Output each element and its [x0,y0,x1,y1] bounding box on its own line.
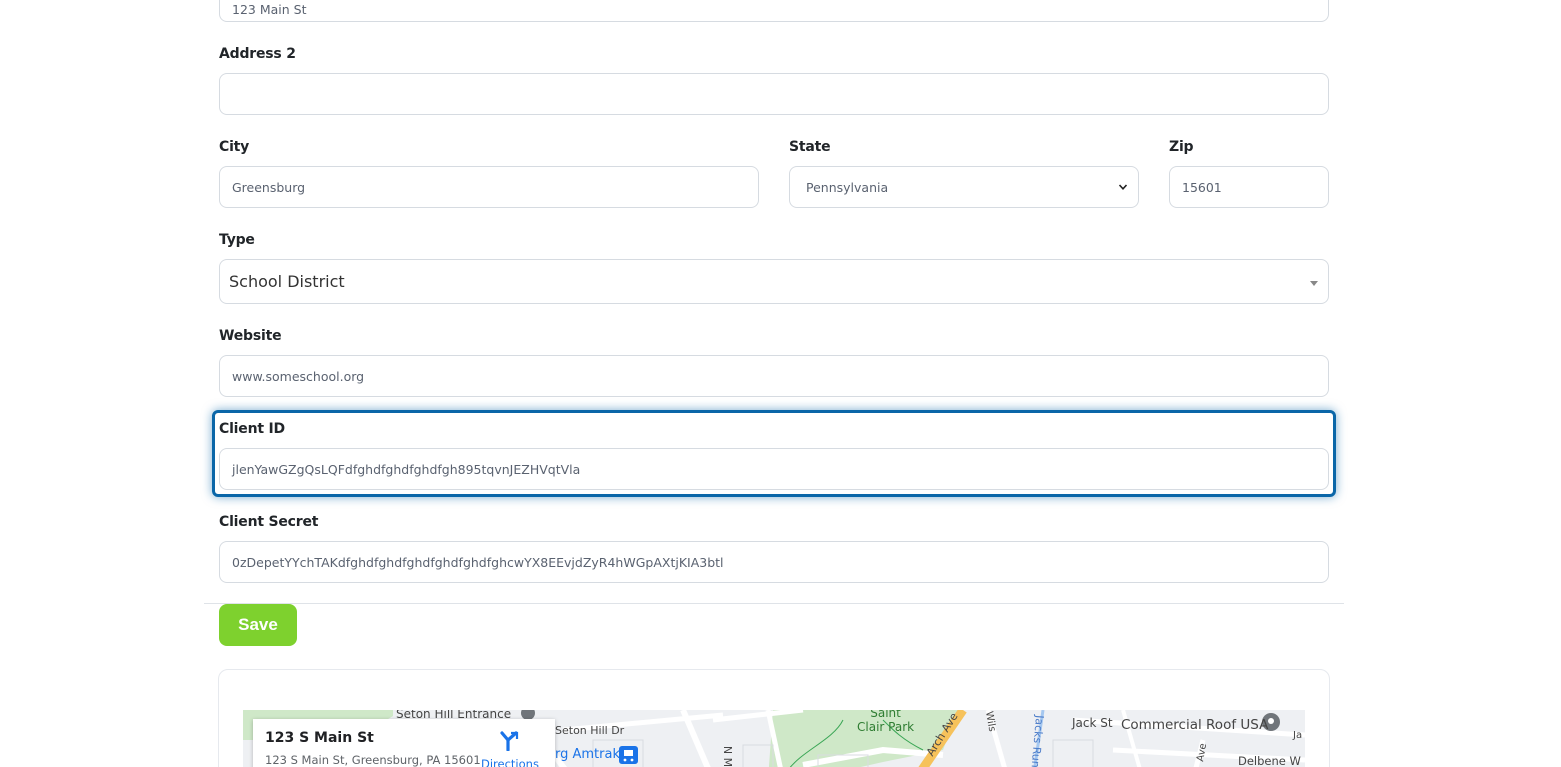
map-label-amtrak: rg Amtrak [555,747,620,762]
state-select[interactable]: Pennsylvania [789,166,1139,208]
address2-input[interactable] [219,73,1329,115]
map-label-commercial-roof: Commercial Roof USA [1121,717,1269,733]
map-label-saint-clair-park: Saint Clair Park [857,710,915,734]
state-value: Pennsylvania [806,179,889,195]
map-place-card: 123 S Main St 123 S Main St, Greensburg,… [253,719,555,767]
client-id-value: jlenYawGZgQsLQFdfghdfghdfghdfgh895tqvnJE… [232,461,581,477]
client-secret-input[interactable]: 0zDepetYYchTAKdfghdfghdfghdfghdfghdfghcw… [219,541,1329,583]
type-select[interactable]: School District [219,259,1329,304]
city-input[interactable]: Greensburg [219,166,759,208]
directions-icon [500,731,519,752]
client-id-input[interactable]: jlenYawGZgQsLQFdfghdfghdfghdfgh895tqvnJE… [219,448,1329,490]
map-label-ja: Ja [1293,730,1303,741]
website-input[interactable]: www.someschool.org [219,355,1329,397]
map-label-seton-hill-dr: Seton Hill Dr [555,724,625,737]
map-label-jack-st: Jack St [1072,716,1113,730]
address1-value: 123 Main St [232,1,307,17]
address2-label: Address 2 [219,46,296,62]
address1-input[interactable]: 123 Main St [219,0,1329,22]
map-label-delbene: Delbene W [1238,754,1301,767]
zip-input[interactable]: 15601 [1169,166,1329,208]
city-label: City [219,139,250,155]
place-title: 123 S Main St [265,730,374,746]
directions-label: Directions [481,757,539,767]
website-value: www.someschool.org [232,368,365,384]
type-value: School District [229,272,345,291]
form-divider [204,603,1344,604]
city-value: Greensburg [232,179,306,195]
state-label: State [789,139,831,155]
save-button[interactable]: Save [219,604,297,646]
place-address: 123 S Main St, Greensburg, PA 15601 [265,753,481,767]
client-secret-label: Client Secret [219,514,319,530]
type-label: Type [219,232,255,248]
caret-down-icon [1310,281,1318,286]
client-edit-page: 123 Main St Address 2 City Greensburg St… [0,0,1561,767]
client-id-label: Client ID [219,421,285,437]
client-secret-value: 0zDepetYYchTAKdfghdfghdfghdfghdfghdfghcw… [232,554,724,570]
map-label-n-m: N M [721,745,735,767]
chevron-down-icon [1118,184,1128,190]
zip-label: Zip [1169,139,1194,155]
directions-button[interactable]: Directions [481,731,539,767]
zip-value: 15601 [1182,179,1222,195]
website-label: Website [219,328,282,344]
